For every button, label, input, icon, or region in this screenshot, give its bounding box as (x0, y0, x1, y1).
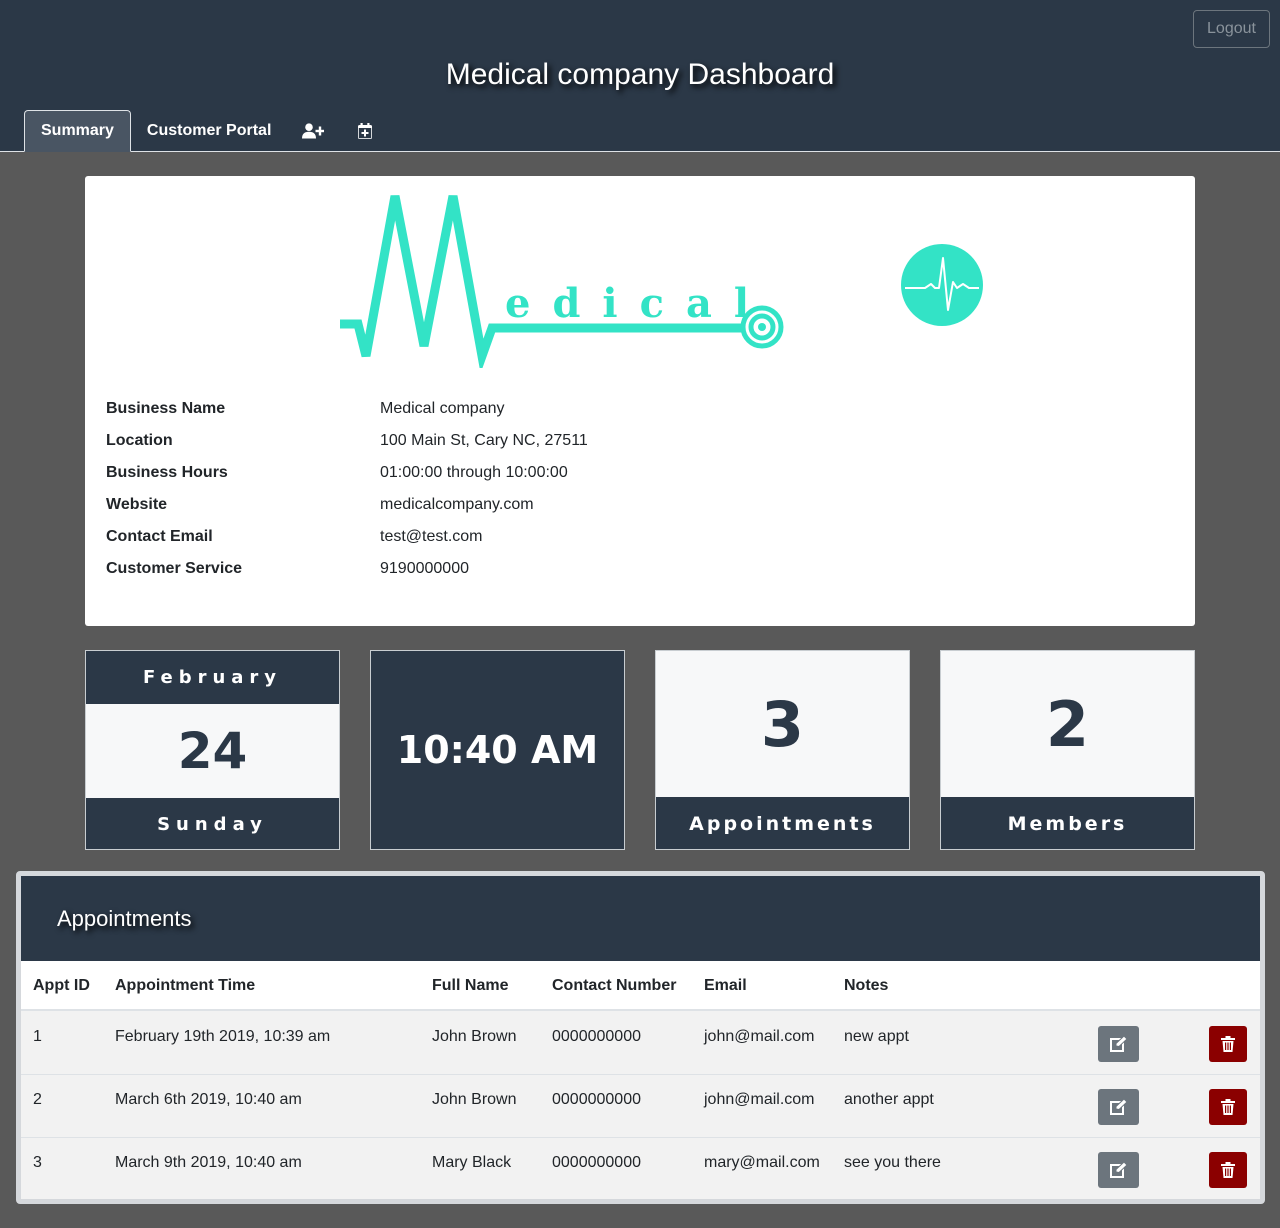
info-label: Website (106, 496, 168, 513)
trash-icon (1221, 1099, 1235, 1115)
cell-appt-id: 3 (33, 1154, 42, 1171)
column-header-appt-id: Appt ID (33, 977, 90, 994)
trash-icon (1221, 1036, 1235, 1052)
medical-logo: edical (340, 188, 800, 368)
appointments-count: 3 (656, 651, 909, 797)
time-tile: 10:40 AM (370, 650, 625, 850)
current-time: 10:40 AM (396, 728, 599, 772)
appointments-title: Appointments (57, 906, 192, 931)
table-row: 2 March 6th 2019, 10:40 am John Brown 00… (21, 1075, 1260, 1138)
cell-appt-id: 1 (33, 1028, 42, 1045)
members-count: 2 (941, 651, 1194, 797)
info-row-location: Location 100 Main St, Cary NC, 27511 (106, 425, 906, 457)
day-number: 24 (86, 704, 339, 798)
info-row-business-hours: Business Hours 01:00:00 through 10:00:00 (106, 457, 906, 489)
info-value: 9190000000 (380, 560, 469, 577)
info-label: Location (106, 432, 173, 449)
calendar-plus-icon (358, 123, 373, 139)
appointments-count-tile: 3 Appointments (655, 650, 910, 850)
delete-appointment-button[interactable] (1209, 1026, 1247, 1062)
cell-appointment-time: March 6th 2019, 10:40 am (115, 1091, 302, 1108)
cell-full-name: Mary Black (432, 1154, 512, 1171)
column-header-full-name: Full Name (432, 977, 509, 994)
cell-notes: see you there (844, 1154, 941, 1171)
info-value: 100 Main St, Cary NC, 27511 (380, 432, 588, 449)
appointments-panel-header: Appointments (21, 876, 1260, 961)
info-value: Medical company (380, 400, 505, 417)
edit-appointment-button[interactable] (1098, 1089, 1139, 1125)
date-tile: February 24 Sunday (85, 650, 340, 850)
heartbeat-circle-icon (901, 244, 983, 326)
cell-email: john@mail.com (704, 1091, 815, 1108)
trash-icon (1221, 1162, 1235, 1178)
members-count-label: Members (941, 797, 1194, 849)
appointments-count-label: Appointments (656, 797, 909, 849)
cell-contact-number: 0000000000 (552, 1028, 641, 1045)
cell-contact-number: 0000000000 (552, 1091, 641, 1108)
tab-customer-portal[interactable]: Customer Portal (131, 110, 287, 152)
tab-add-member[interactable] (287, 110, 339, 152)
tab-add-appointment[interactable] (339, 110, 391, 152)
edit-appointment-button[interactable] (1098, 1152, 1139, 1188)
month-label: February (86, 651, 339, 704)
info-label: Business Name (106, 400, 226, 417)
cell-contact-number: 0000000000 (552, 1154, 641, 1171)
info-label: Business Hours (106, 464, 228, 481)
logo-wordmark: edical (505, 280, 772, 327)
cell-appointment-time: February 19th 2019, 10:39 am (115, 1028, 331, 1045)
cell-appointment-time: March 9th 2019, 10:40 am (115, 1154, 302, 1171)
edit-icon (1109, 1162, 1128, 1178)
info-label: Customer Service (106, 560, 243, 577)
nav-tabs: Summary Customer Portal (24, 110, 391, 152)
members-count-tile: 2 Members (940, 650, 1195, 850)
top-header: Logout Medical company Dashboard Summary… (0, 0, 1280, 152)
delete-appointment-button[interactable] (1209, 1089, 1247, 1125)
logout-button[interactable]: Logout (1193, 10, 1270, 48)
cell-full-name: John Brown (432, 1091, 517, 1108)
column-header-email: Email (704, 977, 747, 994)
info-row-website: Website medicalcompany.com (106, 489, 906, 521)
delete-appointment-button[interactable] (1209, 1152, 1247, 1188)
info-value: 01:00:00 through 10:00:00 (380, 464, 568, 481)
info-value: test@test.com (380, 528, 483, 545)
edit-appointment-button[interactable] (1098, 1026, 1139, 1062)
column-header-notes: Notes (844, 977, 889, 994)
cell-email: john@mail.com (704, 1028, 815, 1045)
cell-appt-id: 2 (33, 1091, 42, 1108)
info-label: Contact Email (106, 528, 213, 545)
edit-icon (1109, 1099, 1128, 1115)
cell-full-name: John Brown (432, 1028, 517, 1045)
cell-email: mary@mail.com (704, 1154, 820, 1171)
info-row-contact-email: Contact Email test@test.com (106, 521, 906, 553)
user-plus-icon (302, 123, 325, 139)
heartbeat-logo-graphic (340, 195, 784, 368)
info-row-business-name: Business Name Medical company (106, 393, 906, 425)
tab-summary[interactable]: Summary (24, 110, 131, 152)
page-title: Medical company Dashboard (445, 58, 835, 91)
table-row: 3 March 9th 2019, 10:40 am Mary Black 00… (21, 1138, 1260, 1199)
appointments-panel: Appointments Appt ID Appointment Time Fu… (16, 871, 1265, 1204)
cell-notes: new appt (844, 1028, 909, 1045)
appointments-table-header: Appt ID Appointment Time Full Name Conta… (21, 961, 1260, 1011)
table-row: 1 February 19th 2019, 10:39 am John Brow… (21, 1012, 1260, 1075)
info-value: medicalcompany.com (380, 496, 534, 513)
weekday-label: Sunday (86, 798, 339, 849)
cell-notes: another appt (844, 1091, 934, 1108)
column-header-contact-number: Contact Number (552, 977, 677, 994)
column-header-appointment-time: Appointment Time (115, 977, 256, 994)
edit-icon (1109, 1036, 1128, 1052)
info-row-customer-service: Customer Service 9190000000 (106, 553, 906, 585)
business-info-card: edical Business Name Medical company Loc… (85, 176, 1195, 626)
